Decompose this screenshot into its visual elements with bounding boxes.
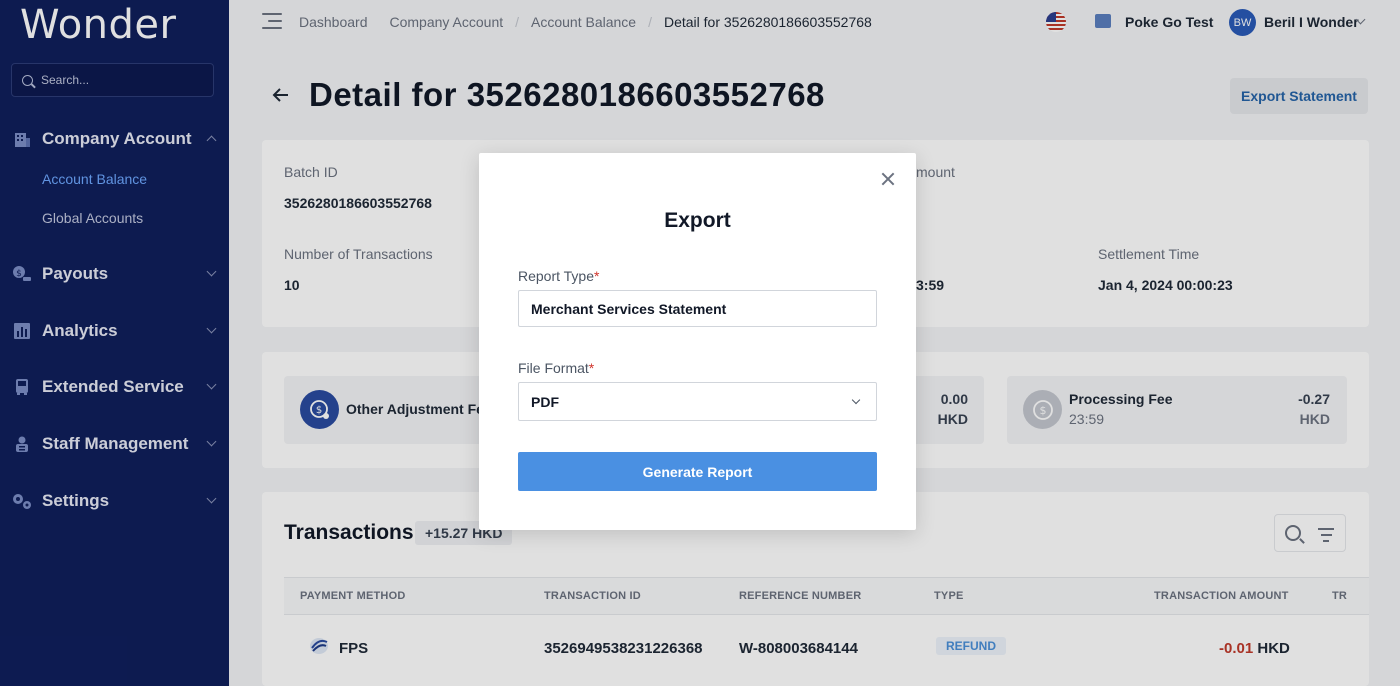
file-format-value: PDF: [531, 393, 559, 410]
chevron-down-icon: [851, 395, 861, 405]
report-type-label: Report Type*: [518, 268, 599, 284]
report-type-field[interactable]: Merchant Services Statement: [518, 290, 877, 327]
modal-title: Export: [664, 209, 731, 232]
generate-report-button[interactable]: Generate Report: [518, 452, 877, 491]
required-mark: *: [588, 360, 595, 376]
file-format-select[interactable]: PDF: [518, 382, 877, 421]
report-type-label-text: Report Type: [518, 268, 595, 284]
file-format-label: File Format*: [518, 360, 594, 376]
export-modal: Export Report Type* Merchant Services St…: [479, 153, 916, 530]
file-format-label-text: File Format: [518, 360, 589, 376]
close-icon[interactable]: [880, 171, 896, 187]
required-mark: *: [594, 268, 600, 284]
